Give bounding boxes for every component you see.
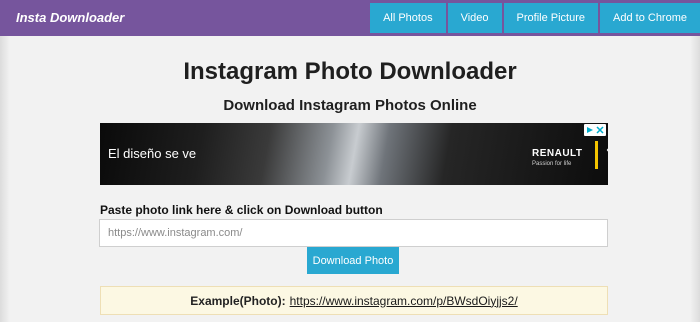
page-subtitle: Download Instagram Photos Online xyxy=(223,97,477,114)
top-navbar: Insta Downloader All Photos Video Profil… xyxy=(0,0,700,36)
nav-all-photos[interactable]: All Photos xyxy=(370,3,446,33)
ad-brand-name: RENAULT xyxy=(532,148,583,159)
close-icon[interactable] xyxy=(596,126,604,134)
renault-diamond-icon xyxy=(606,148,608,152)
nav-video[interactable]: Video xyxy=(447,3,502,33)
ad-accent-stripe xyxy=(595,141,598,169)
page-title: Instagram Photo Downloader xyxy=(183,58,517,85)
main-nav: All Photos Video Profile Picture Add to … xyxy=(368,3,700,33)
ad-banner[interactable]: El diseño se ve RENAULT Passion for life xyxy=(100,123,608,185)
ad-headline: El diseño se ve xyxy=(108,146,197,161)
ad-choices-badge[interactable] xyxy=(584,124,606,136)
ad-tagline: Passion for life xyxy=(532,161,572,167)
download-photo-button[interactable]: Download Photo xyxy=(307,247,399,274)
photo-url-input[interactable] xyxy=(99,219,608,247)
paste-link-label: Paste photo link here & click on Downloa… xyxy=(100,203,383,217)
adchoices-icon[interactable] xyxy=(586,126,594,134)
example-box: Example(Photo): https://www.instagram.co… xyxy=(100,286,608,315)
brand-logo[interactable]: Insta Downloader xyxy=(16,10,124,25)
example-label: Example(Photo): xyxy=(190,293,286,308)
nav-add-to-chrome[interactable]: Add to Chrome xyxy=(600,3,700,33)
nav-profile-picture[interactable]: Profile Picture xyxy=(503,3,599,33)
example-link[interactable]: https://www.instagram.com/p/BWsdOiyjjs2/ xyxy=(290,294,518,308)
